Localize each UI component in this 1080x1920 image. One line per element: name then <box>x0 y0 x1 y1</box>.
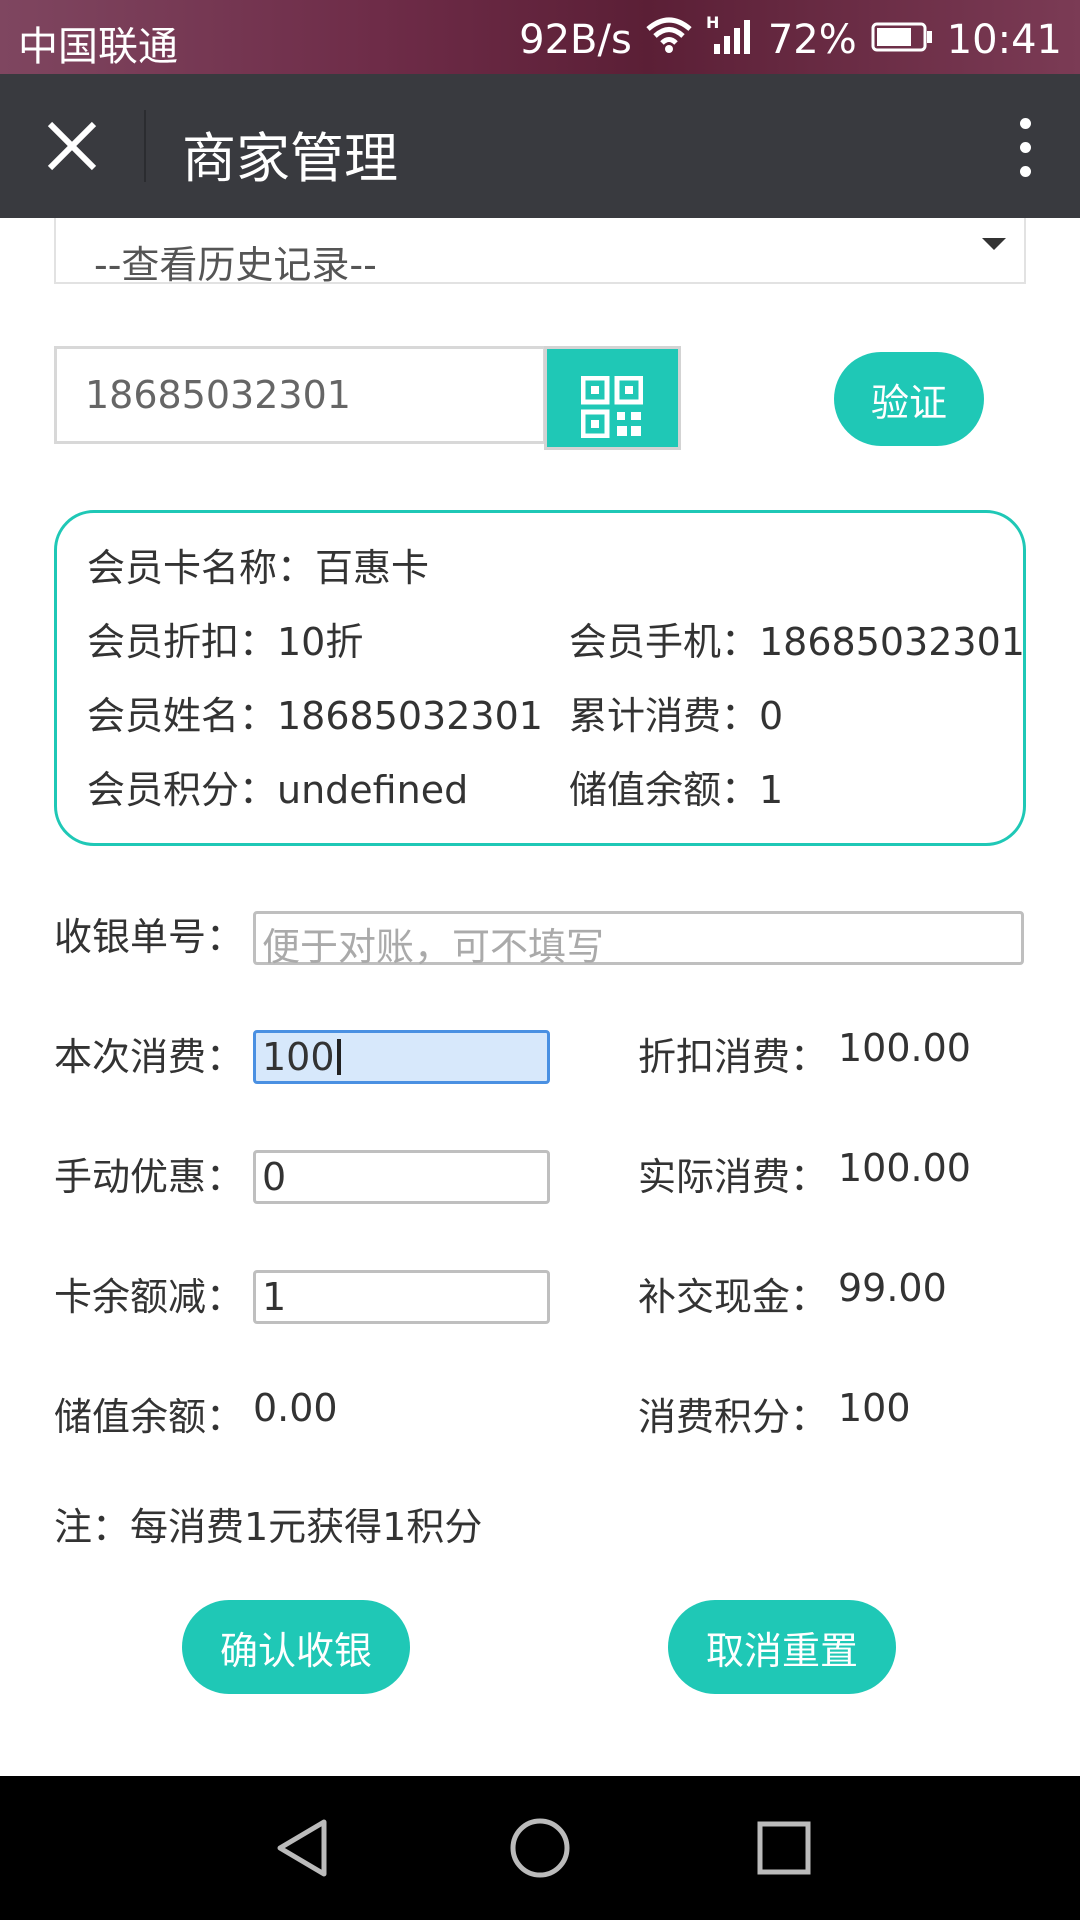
more-vertical-icon[interactable] <box>1020 118 1032 178</box>
manual-discount-label: 手动优惠： <box>54 1155 245 1199</box>
qr-scan-button[interactable] <box>544 346 681 450</box>
app-bar-divider <box>144 110 146 182</box>
amount-input[interactable]: 100 <box>253 1030 550 1084</box>
amount-value: 100 <box>262 1035 335 1079</box>
phone-search-input[interactable]: 18685032301 <box>54 346 546 444</box>
discounted-label: 折扣消费： <box>638 1035 829 1079</box>
actual-label: 实际消费： <box>638 1155 829 1199</box>
cash-label: 补交现金： <box>638 1275 829 1319</box>
member-card-info: 会员卡名称：百惠卡 会员折扣：10折 会员手机：18685032301 会员姓名… <box>54 510 1026 846</box>
card-deduct-label: 卡余额减： <box>54 1275 245 1319</box>
recents-square-icon[interactable] <box>752 1816 816 1884</box>
receipt-placeholder: 便于对账，可不填写 <box>262 925 605 969</box>
card-name: 会员卡名称：百惠卡 <box>87 546 430 590</box>
battery-icon <box>871 17 933 63</box>
net-speed: 92B/s <box>519 17 632 63</box>
member-stored-balance: 储值余额：1 <box>569 768 784 812</box>
carrier-name: 中国联通 <box>18 24 178 70</box>
member-name: 会员姓名：18685032301 <box>87 694 543 738</box>
confirm-checkout-button[interactable]: 确认收银 <box>182 1600 410 1694</box>
chevron-down-icon <box>982 238 1006 250</box>
history-select[interactable]: --查看历史记录-- <box>54 218 1026 287</box>
text-cursor <box>336 1039 341 1075</box>
verify-button[interactable]: 验证 <box>834 352 984 446</box>
amount-label: 本次消费： <box>54 1035 245 1079</box>
earn-points-value: 100 <box>838 1386 911 1430</box>
cancel-reset-button[interactable]: 取消重置 <box>668 1600 896 1694</box>
home-circle-icon[interactable] <box>508 1816 572 1884</box>
qr-code-icon <box>581 376 643 438</box>
member-discount: 会员折扣：10折 <box>87 620 364 664</box>
card-deduct-input[interactable]: 1 <box>253 1270 550 1324</box>
main-content: --查看历史记录-- 18685032301 验证 会员卡名称：百惠卡 会员折扣… <box>0 218 1080 1776</box>
member-points: 会员积分：undefined <box>87 768 469 812</box>
earn-points-label: 消费积分： <box>638 1395 829 1439</box>
member-total-spend: 累计消费：0 <box>569 694 784 738</box>
system-nav-bar <box>0 1776 1080 1920</box>
cash-value: 99.00 <box>838 1266 947 1310</box>
status-bar: 中国联通 92B/s H 72% 10:41 <box>0 0 1080 74</box>
cell-signal-icon: H <box>706 13 754 66</box>
app-bar: 商家管理 <box>0 74 1080 218</box>
battery-percent: 72% <box>767 17 857 63</box>
receipt-label: 收银单号： <box>54 915 245 959</box>
discounted-value: 100.00 <box>838 1026 971 1070</box>
close-icon[interactable] <box>46 120 98 172</box>
history-select-value: --查看历史记录-- <box>94 243 377 287</box>
balance-value: 0.00 <box>253 1386 338 1430</box>
manual-discount-input[interactable]: 0 <box>253 1150 550 1204</box>
member-phone: 会员手机：18685032301 <box>569 620 1025 664</box>
back-triangle-icon[interactable] <box>272 1816 332 1884</box>
wifi-icon <box>646 17 692 63</box>
balance-label: 储值余额： <box>54 1395 245 1439</box>
status-icons: 92B/s H 72% 10:41 <box>519 13 1062 66</box>
points-note: 注：每消费1元获得1积分 <box>54 1505 483 1549</box>
page-title: 商家管理 <box>182 127 398 190</box>
actual-value: 100.00 <box>838 1146 971 1190</box>
receipt-number-input[interactable]: 便于对账，可不填写 <box>253 911 1024 969</box>
clock: 10:41 <box>946 17 1062 63</box>
svg-text:H: H <box>706 14 719 32</box>
